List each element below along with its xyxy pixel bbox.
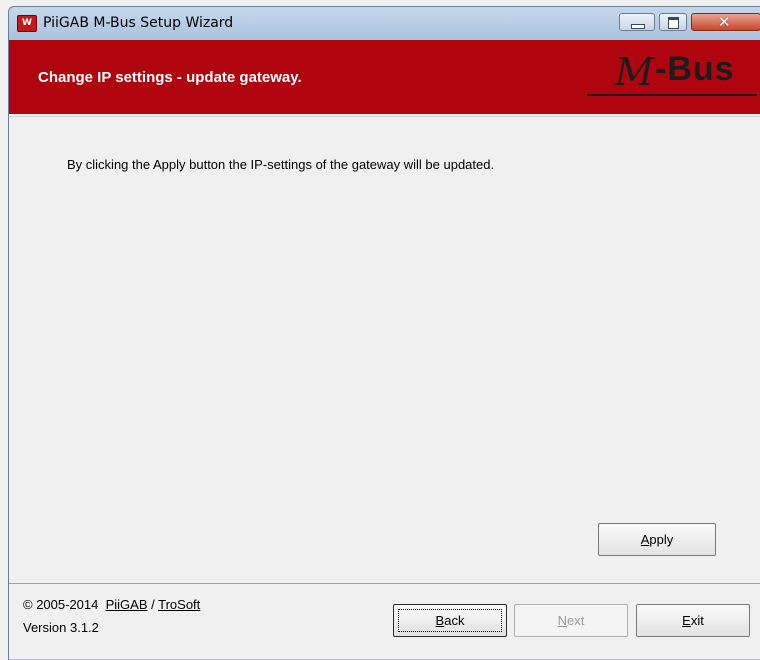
app-icon[interactable]: W (17, 15, 37, 32)
wizard-header: Change IP settings - update gateway. M -… (9, 40, 760, 114)
maximize-icon (668, 17, 679, 29)
copyright-text: © 2005-2014 (23, 597, 99, 612)
version-text: Version 3.1.2 (23, 620, 99, 635)
title-bar[interactable]: W PiiGAB M-Bus Setup Wizard ✕ (9, 7, 760, 41)
wizard-client-area: Change IP settings - update gateway. M -… (9, 40, 760, 659)
window-title: PiiGAB M-Bus Setup Wizard (43, 15, 234, 31)
next-mnemonic: N (557, 613, 568, 628)
copyright-line: © 2005-2014 PiiGAB / TroSoft (23, 597, 200, 612)
logo-m-letter: M (615, 50, 654, 94)
apply-label: pply (649, 532, 674, 547)
logo-underline (587, 94, 757, 96)
trosoft-link[interactable]: TroSoft (158, 597, 200, 612)
exit-button[interactable]: Exit (636, 604, 750, 637)
info-text: By clicking the Apply button the IP-sett… (67, 157, 495, 172)
close-button[interactable]: ✕ (691, 13, 760, 31)
exit-label: xit (690, 613, 704, 628)
logo-text: -Bus (655, 50, 735, 88)
next-label: ext (567, 613, 585, 628)
piigab-link[interactable]: PiiGAB (106, 597, 148, 612)
close-icon: ✕ (718, 13, 731, 31)
minimize-icon (631, 24, 645, 29)
back-button[interactable]: Back (393, 604, 507, 637)
maximize-button[interactable] (659, 13, 687, 31)
mbus-logo: M -Bus (587, 50, 760, 102)
apply-button[interactable]: Apply (598, 523, 716, 556)
link-separator: / (151, 597, 155, 612)
exit-mnemonic: E (682, 613, 691, 628)
focus-rectangle (398, 609, 502, 632)
next-button[interactable]: Next (514, 604, 628, 637)
page-title: Change IP settings - update gateway. (38, 69, 302, 86)
minimize-button[interactable] (619, 13, 655, 31)
wizard-content: By clicking the Apply button the IP-sett… (9, 116, 760, 584)
